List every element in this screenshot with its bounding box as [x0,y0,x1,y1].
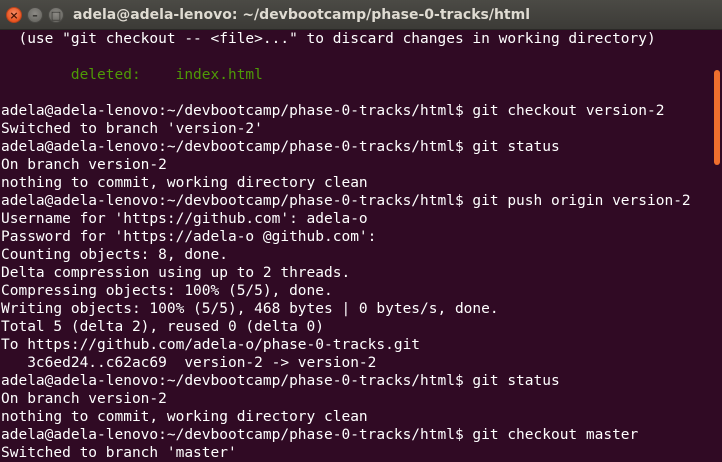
close-icon: × [9,9,19,22]
terminal-line: Delta compression using up to 2 threads. [1,265,351,281]
terminal-line: (use "git checkout -- <file>..." to disc… [1,31,656,47]
minimize-button[interactable]: – [27,7,43,23]
maximize-icon: □ [50,9,62,22]
terminal-line: Switched to branch 'master' [1,445,237,461]
terminal-line: Total 5 (delta 2), reused 0 (delta 0) [1,319,325,335]
terminal-line: Counting objects: 8, done. [1,247,228,263]
terminal-line: Username for 'https://github.com': adela… [1,211,368,227]
scrollbar[interactable] [712,30,722,462]
title-bar[interactable]: × – □ adela@adela-lenovo: ~/devbootcamp/… [0,0,722,30]
terminal-line: On branch version-2 [1,157,167,173]
terminal-line: adela@adela-lenovo:~/devbootcamp/phase-0… [1,139,560,155]
terminal-line: To https://github.com/adela-o/phase-0-tr… [1,337,421,353]
terminal-line: adela@adela-lenovo:~/devbootcamp/phase-0… [1,427,639,443]
terminal-line: Switched to branch 'version-2' [1,121,263,137]
terminal-line: 3c6ed24..c62ac69 version-2 -> version-2 [1,355,377,371]
terminal-line: adela@adela-lenovo:~/devbootcamp/phase-0… [1,103,665,119]
terminal-line: adela@adela-lenovo:~/devbootcamp/phase-0… [1,193,691,209]
terminal-window: × – □ adela@adela-lenovo: ~/devbootcamp/… [0,0,722,462]
scrollbar-thumb[interactable] [714,70,720,165]
terminal-line: adela@adela-lenovo:~/devbootcamp/phase-0… [1,373,560,389]
terminal-line: nothing to commit, working directory cle… [1,175,368,191]
terminal-line: On branch version-2 [1,391,167,407]
terminal-line-deleted: deleted: index.html [1,67,263,83]
terminal-line: Compressing objects: 100% (5/5), done. [1,283,333,299]
window-title: adela@adela-lenovo: ~/devbootcamp/phase-… [73,7,531,23]
minimize-icon: – [32,9,38,22]
maximize-button[interactable]: □ [48,7,64,23]
terminal-line: Writing objects: 100% (5/5), 468 bytes |… [1,301,499,317]
terminal-output[interactable]: (use "git checkout -- <file>..." to disc… [1,30,709,462]
close-button[interactable]: × [6,7,22,23]
terminal-line: nothing to commit, working directory cle… [1,409,368,425]
terminal-line: Password for 'https://adela-o @github.co… [1,229,377,245]
